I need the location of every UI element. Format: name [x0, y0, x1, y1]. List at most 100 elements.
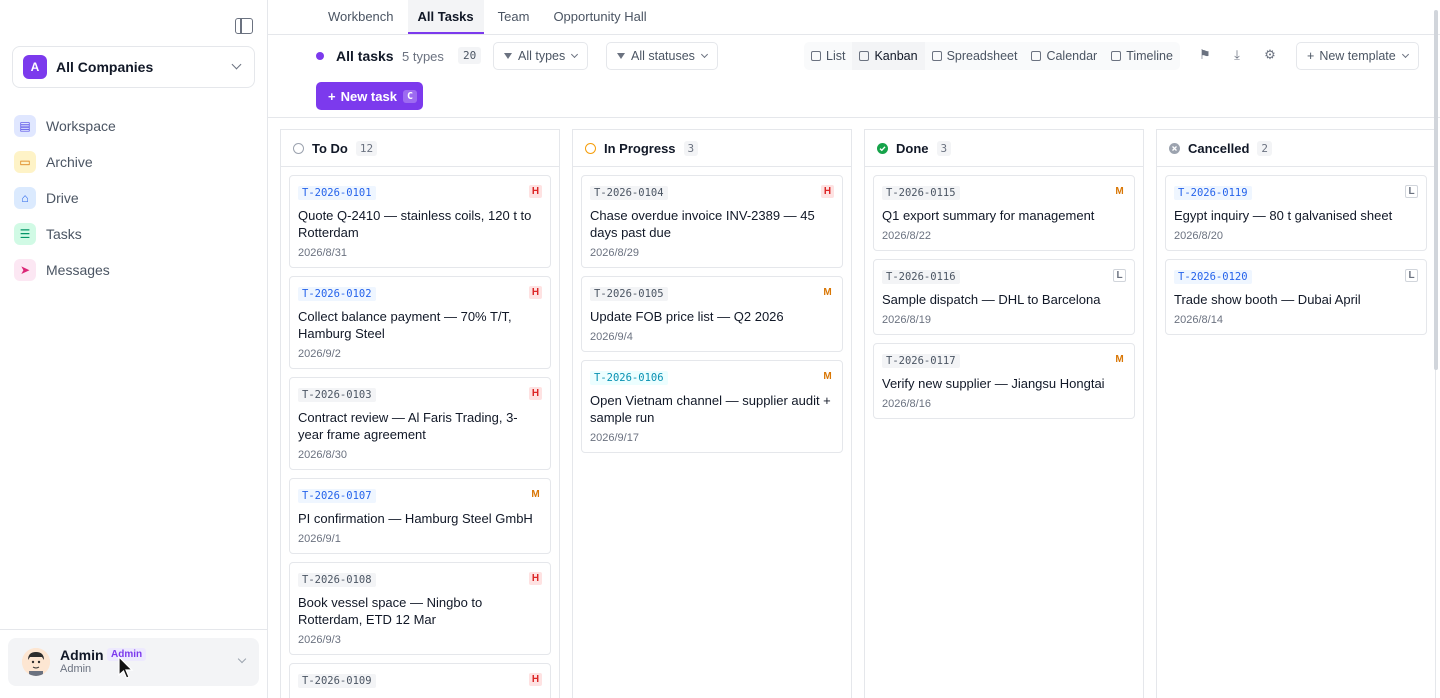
sidebar-item-workspace[interactable]: ▤ Workspace [14, 108, 254, 144]
status-filter[interactable]: All statuses [606, 42, 718, 70]
task-card[interactable]: T-2026-0108 H Book vessel space — Ningbo… [289, 562, 551, 655]
task-date: 2026/9/4 [590, 331, 633, 343]
type-filter-label: All types [518, 49, 566, 63]
bookmark-icon[interactable]: ⚑ [1198, 48, 1212, 62]
new-task-button[interactable]: + New task C [316, 82, 423, 110]
view-switcher: List Kanban Spreadsheet Calendar Timelin… [804, 42, 1180, 70]
types-count: 5 types [402, 49, 444, 64]
sidebar-item-drive[interactable]: ⌂ Drive [14, 180, 254, 216]
view-spreadsheet[interactable]: Spreadsheet [925, 42, 1025, 70]
document-icon: ▤ [14, 115, 36, 137]
column-header: To Do 12 [281, 130, 559, 167]
task-card[interactable]: T-2026-0109 H [289, 663, 551, 698]
column-cancelled: Cancelled 2 T-2026-0119 L Egypt inquiry … [1156, 129, 1436, 698]
task-card[interactable]: T-2026-0102 H Collect balance payment — … [289, 276, 551, 369]
column-header: Cancelled 2 [1157, 130, 1435, 167]
plus-icon: + [1307, 49, 1315, 63]
toolbar: All tasks 5 types 20 All types All statu… [316, 42, 1420, 70]
list-icon: ☰ [14, 223, 36, 245]
task-card[interactable]: T-2026-0107 M PI confirmation — Hamburg … [289, 478, 551, 554]
scrollbar[interactable] [1434, 10, 1438, 370]
chevron-down-icon [700, 50, 708, 59]
timeline-icon [1111, 51, 1122, 61]
filter-icon [504, 53, 512, 59]
view-timeline[interactable]: Timeline [1104, 42, 1180, 70]
sidebar-item-messages[interactable]: ➤ Messages [14, 252, 254, 288]
settings-icon[interactable]: ⚙ [1263, 48, 1277, 62]
column-title: Done [896, 140, 929, 156]
task-card[interactable]: T-2026-0104 H Chase overdue invoice INV-… [581, 175, 843, 268]
type-filter[interactable]: All types [493, 42, 589, 70]
company-selector[interactable]: A All Companies [12, 46, 255, 88]
sidebar-item-tasks[interactable]: ☰ Tasks [14, 216, 254, 252]
column-header: In Progress 3 [573, 130, 851, 167]
view-calendar-label: Calendar [1046, 49, 1098, 63]
send-icon: ➤ [14, 259, 36, 281]
task-title: Quote Q-2410 — stainless coils, 120 t to… [298, 208, 532, 240]
tab-workbench[interactable]: Workbench [318, 0, 404, 34]
priority-badge: H [529, 286, 542, 299]
task-id: T-2026-0109 [298, 674, 376, 688]
view-calendar[interactable]: Calendar [1024, 42, 1104, 70]
task-title: Contract review — Al Faris Trading, 3-ye… [298, 410, 518, 442]
priority-badge: M [1113, 185, 1126, 198]
priority-badge: H [821, 185, 834, 198]
task-date: 2026/9/1 [298, 533, 341, 545]
task-card[interactable]: T-2026-0119 L Egypt inquiry — 80 t galva… [1165, 175, 1427, 251]
task-card[interactable]: T-2026-0115 M Q1 export summary for mana… [873, 175, 1135, 251]
task-card[interactable]: T-2026-0103 H Contract review — Al Faris… [289, 377, 551, 470]
task-card[interactable]: T-2026-0101 H Quote Q-2410 — stainless c… [289, 175, 551, 268]
task-id: T-2026-0108 [298, 573, 376, 587]
task-title: Q1 export summary for management [882, 208, 1095, 223]
new-template-button[interactable]: + New template [1296, 42, 1419, 70]
task-id: T-2026-0104 [590, 186, 668, 200]
divider [268, 117, 1440, 118]
priority-badge: L [1405, 185, 1418, 198]
priority-badge: H [529, 387, 542, 400]
download-icon[interactable]: ⤓ [1230, 48, 1244, 62]
tab-all-tasks[interactable]: All Tasks [407, 0, 484, 34]
task-title: Verify new supplier — Jiangsu Hongtai [882, 376, 1105, 391]
task-date: 2026/9/2 [298, 348, 341, 360]
task-id: T-2026-0106 [590, 371, 668, 385]
task-title: Sample dispatch — DHL to Barcelona [882, 292, 1101, 307]
sidebar-nav: ▤ Workspace ▭ Archive ⌂ Drive ☰ Tasks ➤ … [14, 108, 254, 288]
view-list[interactable]: List [804, 42, 852, 70]
company-avatar: A [23, 55, 47, 79]
user-role: Admin [60, 663, 92, 675]
column-count: 2 [1257, 140, 1273, 156]
task-title: Book vessel space — Ningbo to Rotterdam,… [298, 595, 483, 627]
view-kanban[interactable]: Kanban [852, 42, 925, 70]
task-card[interactable]: T-2026-0105 M Update FOB price list — Q2… [581, 276, 843, 352]
plus-icon: + [328, 88, 336, 104]
task-date: 2026/9/3 [298, 634, 341, 646]
status-circle-icon [585, 142, 596, 154]
priority-badge: M [1113, 353, 1126, 366]
mouse-cursor-icon [118, 656, 134, 679]
filter-icon [617, 53, 625, 59]
priority-badge: M [821, 286, 834, 299]
new-task-label: New task [340, 88, 397, 104]
task-card[interactable]: T-2026-0116 L Sample dispatch — DHL to B… [873, 259, 1135, 335]
tab-opportunity-hall[interactable]: Opportunity Hall [543, 0, 656, 34]
shortcut-key: C [402, 89, 417, 103]
task-id: T-2026-0102 [298, 287, 376, 301]
new-template-label: New template [1319, 49, 1396, 63]
sidebar-toggle-icon[interactable] [235, 18, 253, 34]
task-title: Collect balance payment — 70% T/T, Hambu… [298, 309, 512, 341]
tab-team[interactable]: Team [488, 0, 540, 34]
chevron-down-icon [237, 654, 247, 664]
priority-badge: L [1113, 269, 1126, 282]
sidebar-item-label: Tasks [46, 226, 82, 242]
grid-icon [931, 51, 942, 61]
task-card[interactable]: T-2026-0117 M Verify new supplier — Jian… [873, 343, 1135, 419]
task-card[interactable]: T-2026-0120 L Trade show booth — Dubai A… [1165, 259, 1427, 335]
task-date: 2026/8/16 [882, 398, 931, 410]
divider [268, 34, 1440, 35]
chevron-down-icon [571, 50, 579, 59]
task-card[interactable]: T-2026-0106 M Open Vietnam channel — sup… [581, 360, 843, 453]
task-title: Trade show booth — Dubai April [1174, 292, 1361, 307]
priority-badge: H [529, 572, 542, 585]
drive-icon: ⌂ [14, 187, 36, 209]
sidebar-item-archive[interactable]: ▭ Archive [14, 144, 254, 180]
